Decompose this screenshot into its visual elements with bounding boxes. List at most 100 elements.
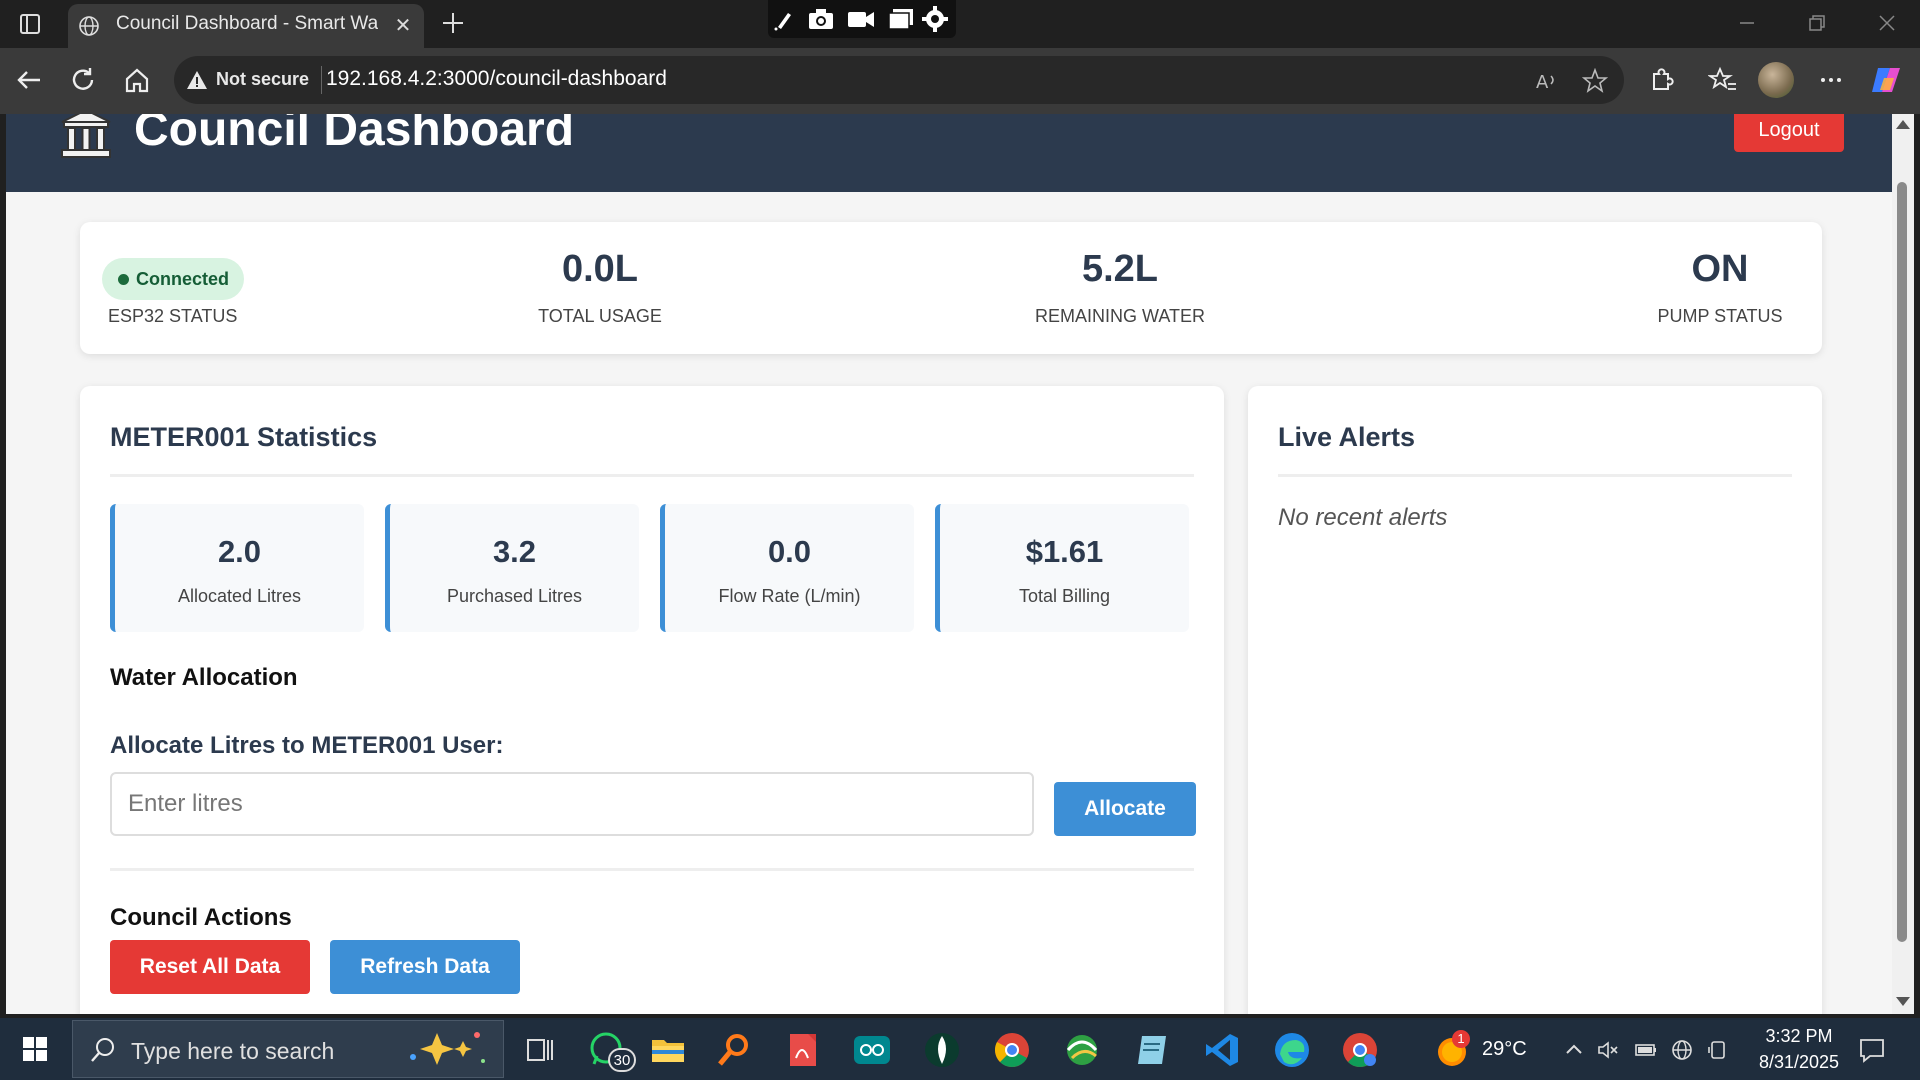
actions-divider — [110, 868, 1194, 871]
new-tab-icon[interactable] — [440, 10, 466, 36]
magnifier-app-icon[interactable] — [714, 1030, 754, 1070]
flow-rate-label: Flow Rate (L/min) — [718, 586, 861, 606]
notes-app-icon[interactable] — [1132, 1030, 1172, 1070]
back-arrow-icon[interactable] — [14, 65, 44, 95]
title-divider — [110, 474, 1194, 477]
camera-icon[interactable] — [806, 5, 836, 33]
council-actions-heading: Council Actions — [110, 904, 292, 931]
total-usage-label: TOTAL USAGE — [538, 306, 662, 326]
whatsapp-badge-count: 30 — [613, 1052, 631, 1069]
task-view-icon[interactable] — [520, 1030, 560, 1070]
more-options-icon[interactable] — [1816, 65, 1846, 95]
allocate-button[interactable]: Allocate — [1054, 782, 1196, 836]
alerts-divider — [1278, 474, 1792, 477]
water-allocation-heading: Water Allocation — [110, 664, 298, 691]
home-icon[interactable] — [122, 65, 152, 95]
edge-icon[interactable] — [1272, 1030, 1312, 1070]
remaining-water-value: 5.2L — [1081, 248, 1159, 290]
favorites-icon[interactable] — [1708, 65, 1738, 95]
status-dot — [118, 274, 129, 285]
notifications-icon[interactable] — [1858, 1036, 1886, 1064]
window-capture-icon[interactable] — [886, 5, 916, 33]
tab-title: Council Dashboard - Smart Water — [116, 13, 378, 34]
meter-statistics-card: METER001 Statistics 2.0 Allocated Litres… — [80, 386, 1224, 1014]
dashboard-header: Council Dashboard Logout — [6, 114, 1892, 192]
network-globe-icon[interactable] — [1670, 1038, 1694, 1062]
flow-rate-value: 0.0 — [767, 534, 812, 569]
favorite-star-icon[interactable] — [1582, 68, 1608, 94]
sparkle-icon — [410, 1032, 485, 1065]
pump-status-value: ON — [1691, 248, 1749, 290]
allocated-litres-label: Allocated Litres — [177, 586, 302, 606]
connection-status-text: Connected — [136, 269, 230, 289]
temperature-text[interactable]: 29°C — [1482, 1038, 1527, 1061]
reset-all-data-button[interactable]: Reset All Data — [110, 940, 310, 994]
taskbar-search-placeholder: Type here to search — [131, 1038, 335, 1064]
allocation-input-label: Allocate Litres to METER001 User: — [110, 732, 504, 759]
pdf-reader-icon[interactable] — [782, 1030, 822, 1070]
video-camera-icon[interactable] — [846, 5, 876, 33]
arduino-icon[interactable] — [852, 1030, 892, 1070]
profile-avatar[interactable] — [1758, 62, 1794, 98]
mongodb-compass-icon[interactable] — [922, 1030, 962, 1070]
read-aloud-icon[interactable]: A — [1534, 68, 1560, 94]
battery-icon[interactable] — [1634, 1038, 1658, 1062]
scroll-down-arrow-icon[interactable] — [1896, 997, 1910, 1006]
chrome-profile-icon[interactable] — [1340, 1030, 1380, 1070]
chrome-icon[interactable] — [992, 1030, 1032, 1070]
page-title: Council Dashboard — [134, 114, 575, 156]
tab-actions-icon[interactable] — [16, 10, 44, 38]
logout-button[interactable]: Logout — [1734, 114, 1844, 152]
connection-status-badge: Connected — [102, 258, 244, 300]
stat-tile-flow-rate: 0.0 Flow Rate (L/min) — [660, 504, 914, 632]
weather-alert-count: 1 — [1457, 1031, 1465, 1046]
close-window-icon[interactable] — [1876, 12, 1898, 34]
allocated-litres-value: 2.0 — [217, 534, 262, 569]
scroll-up-arrow-icon[interactable] — [1896, 120, 1910, 129]
restore-icon[interactable] — [1806, 12, 1828, 34]
close-tab-icon[interactable]: ✕ — [392, 15, 414, 37]
pen-icon[interactable] — [770, 5, 800, 33]
globe-icon — [79, 16, 99, 36]
purchased-litres-label: Purchased Litres — [446, 586, 583, 606]
allocate-litres-input[interactable] — [110, 772, 1034, 836]
windows-start-icon[interactable] — [22, 1036, 48, 1062]
stat-tile-billing: $1.61 Total Billing — [935, 504, 1189, 632]
chevron-up-icon[interactable] — [1562, 1038, 1586, 1062]
gear-icon[interactable] — [920, 5, 950, 33]
total-billing-label: Total Billing — [1018, 586, 1111, 606]
active-tab[interactable]: Council Dashboard - Smart Water ✕ — [68, 4, 424, 48]
refresh-data-button[interactable]: Refresh Data — [330, 940, 520, 994]
whatsapp-badge: 30 — [608, 1048, 636, 1072]
pump-status-label: PUMP STATUS — [1657, 306, 1783, 326]
windows-taskbar: Type here to search 30 1 29°C 3:32 PM 8/… — [0, 1018, 1920, 1080]
stat-tile-purchased: 3.2 Purchased Litres — [385, 504, 639, 632]
address-bar[interactable]: Not secure 192.168.4.2:3000/council-dash… — [174, 56, 1624, 104]
no-alerts-message: No recent alerts — [1278, 504, 1448, 531]
network-app-icon[interactable] — [1062, 1030, 1102, 1070]
device-icon[interactable] — [1706, 1038, 1730, 1062]
file-explorer-icon[interactable] — [648, 1030, 688, 1070]
extensions-icon[interactable] — [1646, 65, 1676, 95]
address-bar-row: Not secure 192.168.4.2:3000/council-dash… — [0, 48, 1920, 114]
volume-muted-icon[interactable] — [1596, 1038, 1620, 1062]
minimize-icon[interactable] — [1736, 12, 1758, 34]
refresh-icon[interactable] — [68, 65, 98, 95]
security-status[interactable]: Not secure — [216, 69, 309, 90]
url-text[interactable]: 192.168.4.2:3000/council-dashboard — [326, 67, 667, 91]
copilot-icon[interactable] — [1868, 62, 1904, 98]
meter-statistics-title: METER001 Statistics — [110, 422, 378, 452]
scroll-thumb[interactable] — [1897, 182, 1907, 942]
total-usage-value: 0.0L — [561, 248, 639, 290]
vscode-icon[interactable] — [1202, 1030, 1242, 1070]
page-viewport: Council Dashboard Logout Connected ESP32… — [6, 114, 1892, 1014]
remaining-water-label: REMAINING WATER — [1035, 306, 1205, 326]
clock-time[interactable]: 3:32 PM — [1752, 1026, 1846, 1047]
warning-icon[interactable] — [186, 69, 208, 91]
page-scrollbar[interactable] — [1892, 114, 1914, 1014]
total-billing-value: $1.61 — [1025, 534, 1104, 569]
taskbar-search-box[interactable]: Type here to search — [72, 1020, 504, 1078]
clock-date[interactable]: 8/31/2025 — [1740, 1052, 1858, 1073]
live-alerts-title: Live Alerts — [1278, 422, 1416, 452]
url-divider — [321, 66, 322, 94]
